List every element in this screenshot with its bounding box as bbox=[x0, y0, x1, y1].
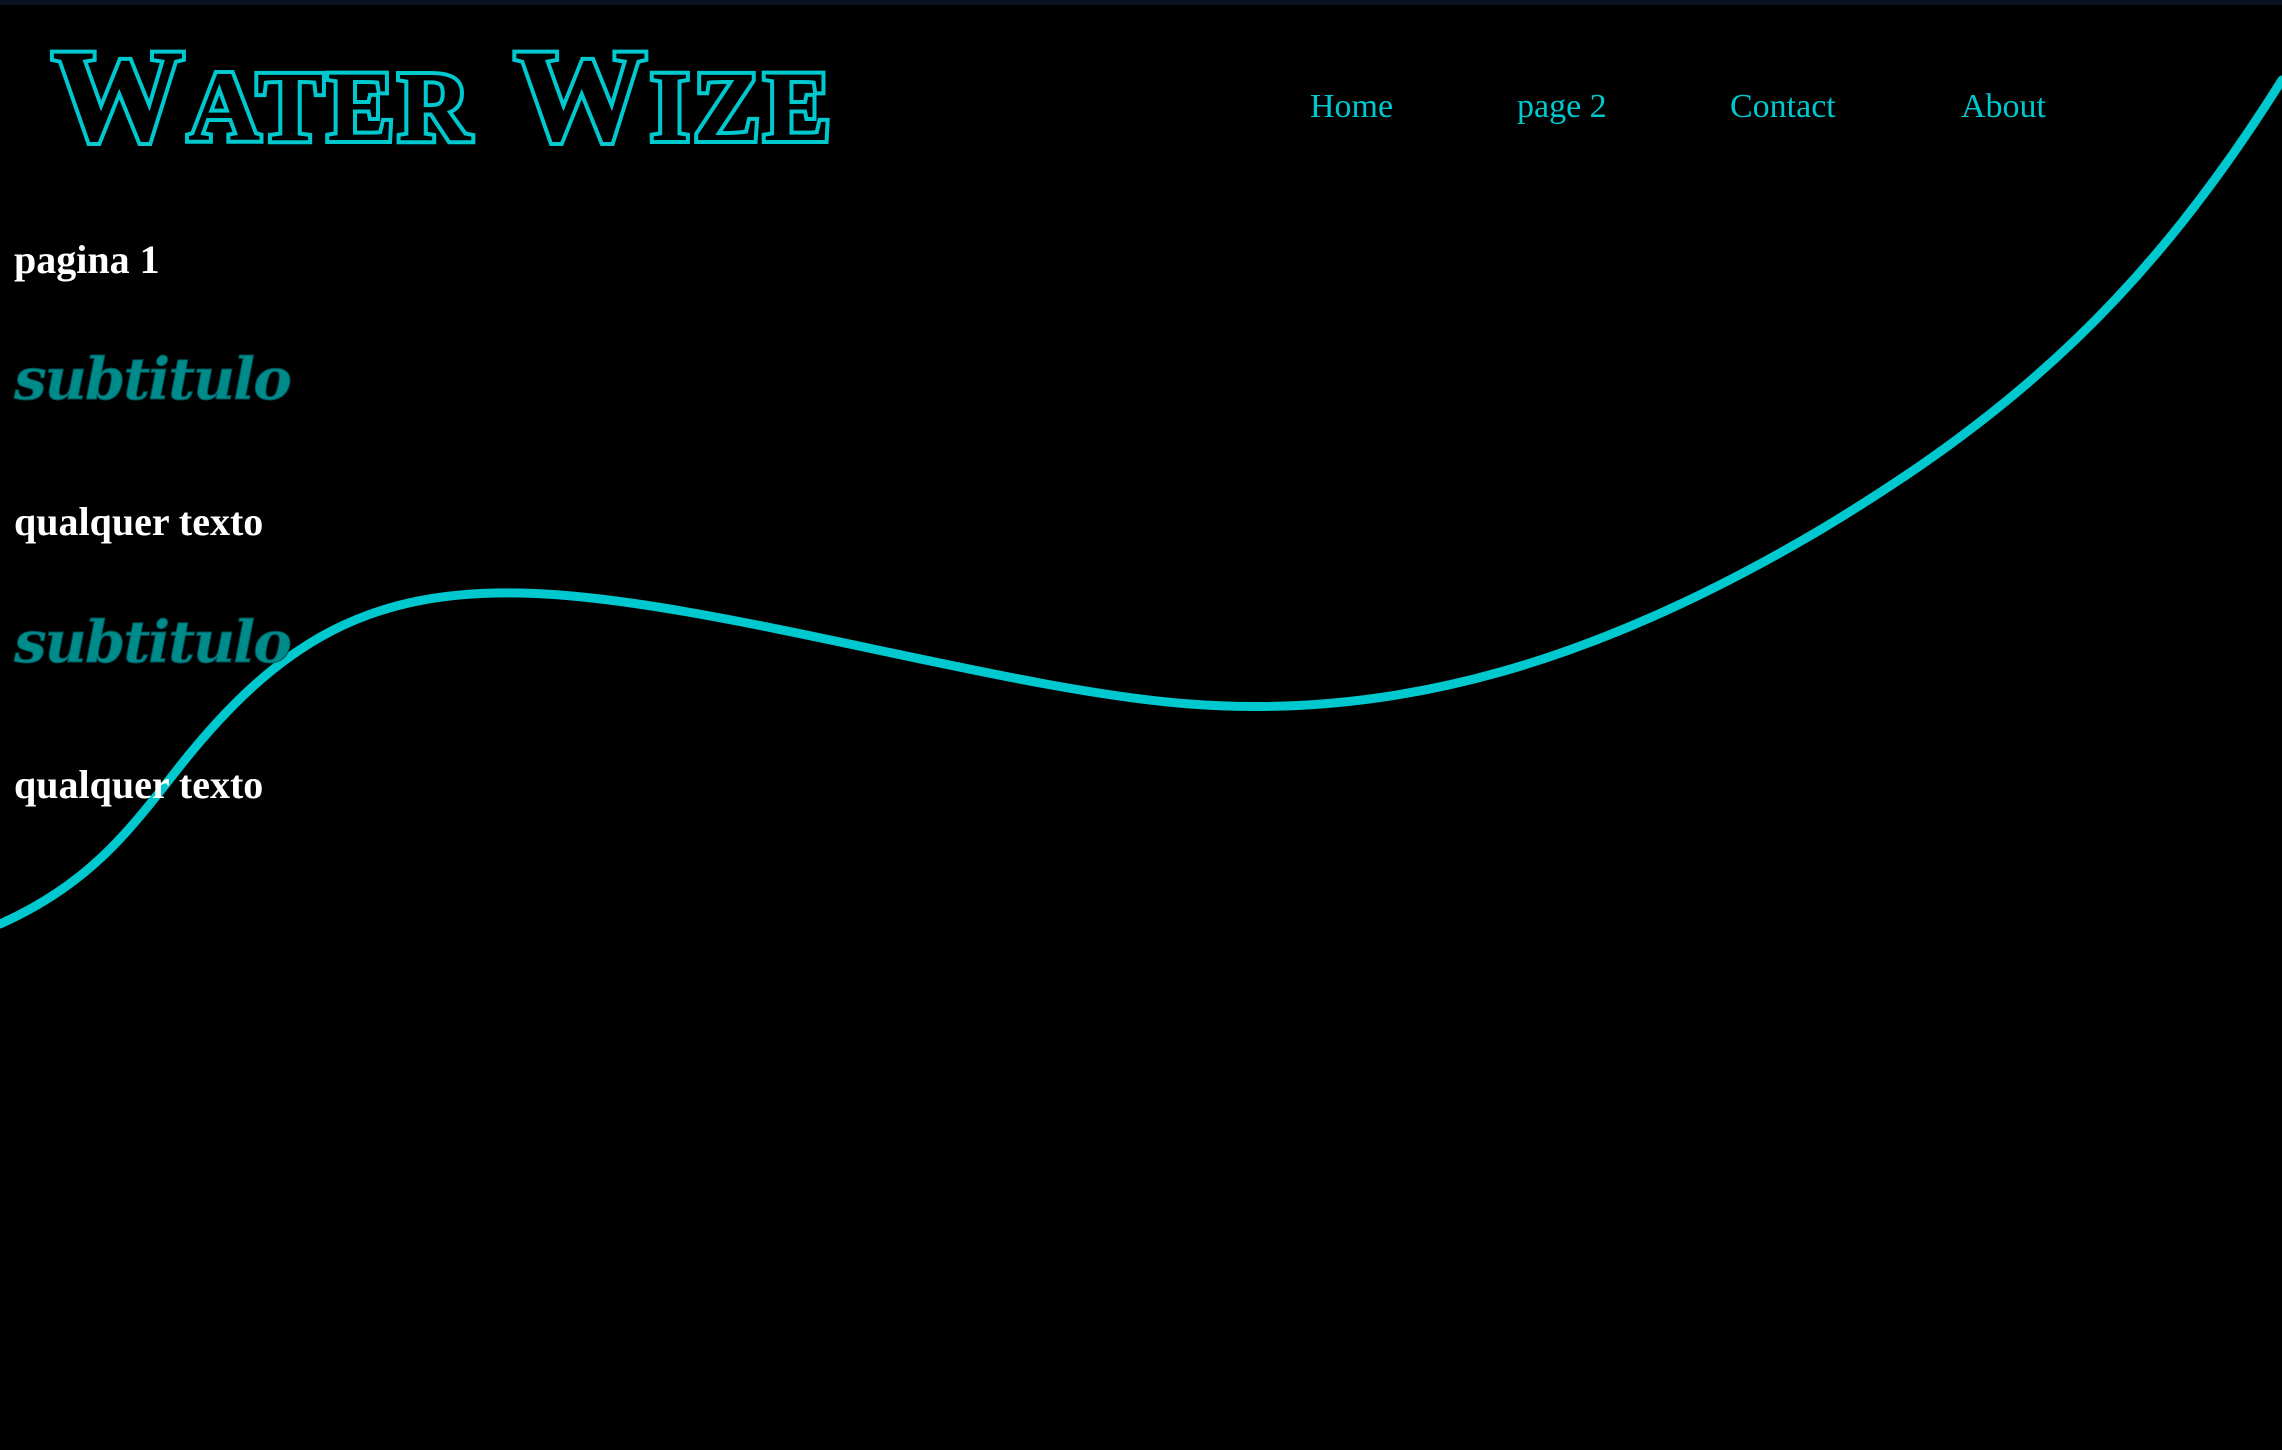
section-text: qualquer texto bbox=[14, 762, 264, 807]
decorative-wave-line bbox=[0, 75, 2282, 929]
section-text: qualquer texto bbox=[14, 499, 264, 544]
nav-link-page-2[interactable]: page 2 bbox=[1517, 88, 1607, 126]
logo-word-2-rest: IZE bbox=[646, 51, 835, 162]
nav-link-contact[interactable]: Contact bbox=[1730, 88, 1836, 126]
logo-initial-2: W bbox=[510, 22, 651, 169]
logo-initial-1: W bbox=[48, 22, 188, 169]
nav-link-home[interactable]: Home bbox=[1310, 88, 1393, 126]
site-logo[interactable]: W ATER W IZE bbox=[48, 22, 835, 169]
browser-top-edge bbox=[0, 0, 2282, 5]
logo-word-1-rest: ATER bbox=[184, 51, 475, 162]
page-title: pagina 1 bbox=[14, 237, 160, 282]
section-subtitle: subtitulo bbox=[14, 608, 293, 677]
section-subtitle: subtitulo bbox=[14, 345, 293, 414]
nav-link-about[interactable]: About bbox=[1961, 88, 2046, 126]
